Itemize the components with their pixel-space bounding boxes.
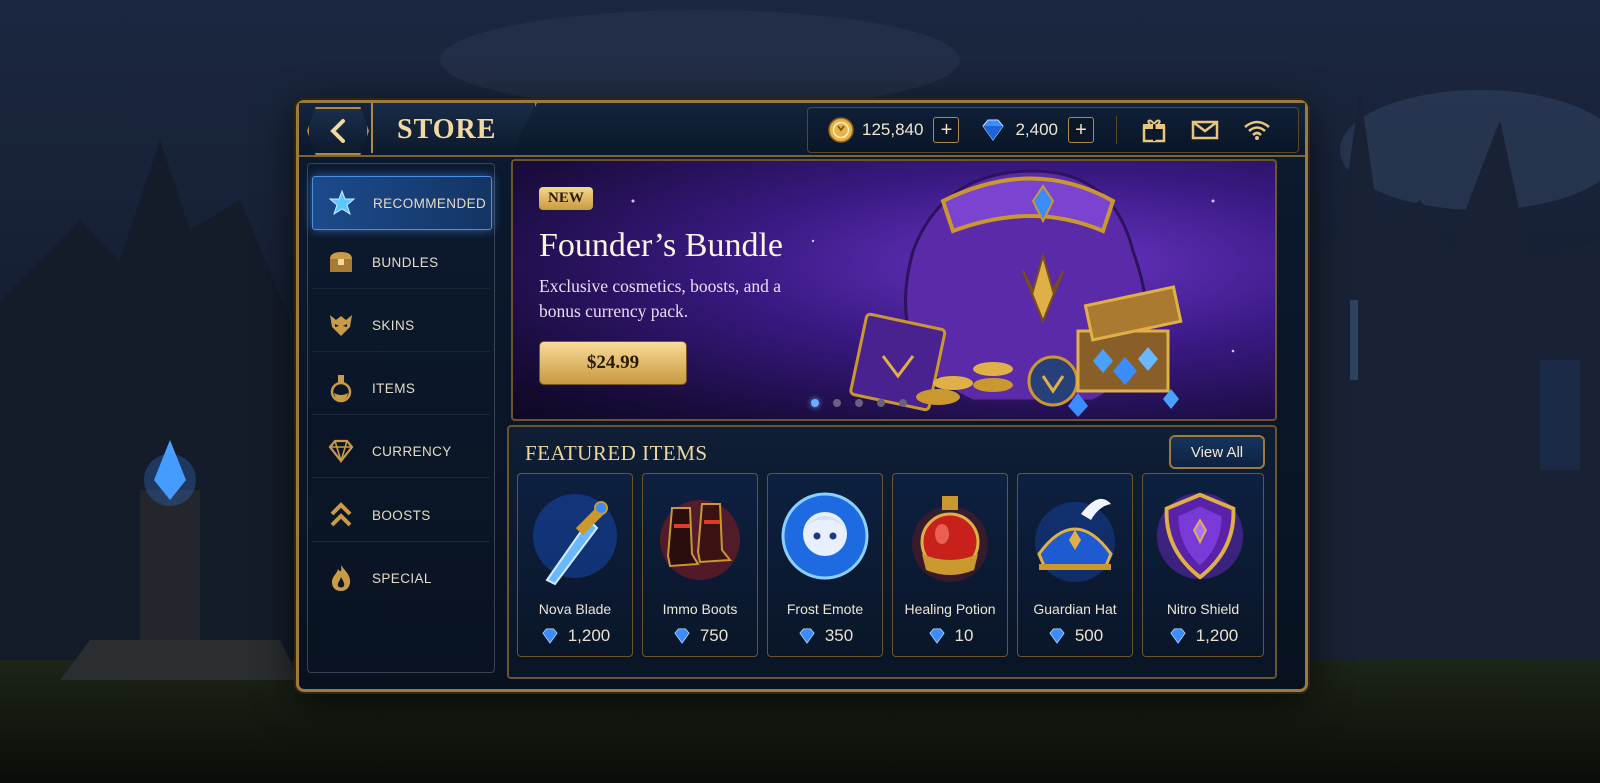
gold-amount: 125,840 [862, 120, 924, 139]
potion-icon [326, 373, 356, 403]
top-bar: STORE 125,840 + 2,400 + [299, 103, 1305, 157]
gold-balance: 125,840 + [828, 117, 960, 143]
gem-icon [674, 628, 690, 644]
sidebar-item-label: ITEMS [372, 380, 416, 396]
gem-icon [982, 119, 1005, 141]
sidebar-item-label: CURRENCY [372, 443, 452, 459]
item-price: 10 [893, 626, 1007, 646]
gem-amount: 2,400 [1015, 120, 1058, 139]
star-emblem-icon [327, 188, 357, 218]
carousel-dot[interactable] [855, 399, 863, 407]
gem-icon [799, 628, 815, 644]
gem-balance: 2,400 + [979, 117, 1094, 143]
sword-icon [524, 482, 626, 590]
item-price: 750 [643, 626, 757, 646]
item-card-guardian-hat[interactable]: Guardian Hat 500 [1017, 473, 1133, 657]
buy-bundle-button[interactable]: $24.99 [539, 341, 687, 385]
chevron-left-icon [330, 119, 345, 143]
sidebar-item-label: BUNDLES [372, 254, 439, 270]
sidebar-item-recommended[interactable]: RECOMMENDED [312, 176, 492, 230]
carousel-dot[interactable] [877, 399, 885, 407]
item-price: 500 [1018, 626, 1132, 646]
sidebar-item-items[interactable]: ITEMS [312, 362, 490, 415]
emote-icon [774, 482, 876, 590]
item-card-immo-boots[interactable]: Immo Boots 750 [642, 473, 758, 657]
item-price: 350 [768, 626, 882, 646]
item-name: Frost Emote [786, 601, 864, 617]
title-plate: STORE [371, 103, 537, 153]
view-all-button[interactable]: View All [1169, 435, 1265, 469]
item-name: Nitro Shield [1166, 601, 1240, 617]
back-button[interactable] [307, 107, 369, 155]
mail-button[interactable] [1191, 119, 1219, 141]
new-badge: NEW [539, 187, 593, 210]
item-name: Guardian Hat [1033, 601, 1117, 617]
sidebar-item-label: SPECIAL [372, 570, 432, 586]
wifi-icon [1244, 120, 1270, 140]
diamond-icon [326, 436, 356, 466]
mask-icon [326, 310, 356, 340]
item-name: Healing Potion [904, 601, 996, 617]
gift-button[interactable] [1141, 117, 1167, 143]
boots-icon [649, 482, 751, 590]
featured-banner[interactable]: NEW Founder’s Bundle Exclusive cosmetics… [511, 159, 1277, 421]
category-sidebar: RECOMMENDED BUNDLES SKINS ITEMS CURRENCY [307, 163, 495, 673]
item-price-value: 350 [824, 626, 854, 645]
carousel-pager [811, 399, 921, 407]
divider [1116, 116, 1117, 144]
sidebar-item-skins[interactable]: SKINS [312, 299, 490, 352]
currency-bar: 125,840 + 2,400 + [807, 107, 1299, 153]
item-price-value: 1,200 [1195, 626, 1239, 645]
gem-icon [542, 628, 558, 644]
gem-icon [1170, 628, 1186, 644]
add-gems-button[interactable]: + [1068, 117, 1094, 143]
store-panel: STORE 125,840 + 2,400 + RECOMMENDED BUND… [296, 100, 1308, 692]
shield-icon [1149, 482, 1251, 590]
carousel-dot[interactable] [899, 399, 907, 407]
item-price-value: 750 [699, 626, 729, 645]
item-card-healing-potion[interactable]: Healing Potion 10 [892, 473, 1008, 657]
connection-status [1243, 119, 1271, 141]
banner-description: Exclusive cosmetics, boosts, and a bonus… [539, 276, 782, 321]
gem-icon [928, 628, 945, 644]
page-title: STORE [397, 114, 497, 145]
sidebar-item-bundles[interactable]: BUNDLES [312, 236, 490, 289]
section-title: FEATURED ITEMS [525, 441, 708, 465]
item-card-nitro-shield[interactable]: Nitro Shield 1,200 [1142, 473, 1264, 657]
item-price: 1,200 [1143, 626, 1263, 646]
item-price-value: 1,200 [567, 626, 611, 645]
item-name: Immo Boots [662, 601, 738, 617]
sidebar-item-label: SKINS [372, 317, 415, 333]
item-card-nova-blade[interactable]: Nova Blade 1,200 [517, 473, 633, 657]
add-gold-button[interactable]: + [933, 117, 960, 143]
item-price: 1,200 [518, 626, 632, 646]
chevrons-up-icon [326, 500, 356, 530]
helmet-icon [1024, 482, 1126, 590]
item-price-value: 10 [954, 626, 974, 645]
gold-coin-icon [828, 117, 854, 143]
banner-title: Founder’s Bundle [539, 227, 783, 264]
gift-icon [1142, 119, 1166, 143]
sidebar-item-label: BOOSTS [372, 507, 431, 523]
item-card-frost-emote[interactable]: Frost Emote 350 [767, 473, 883, 657]
potion-icon [899, 482, 1001, 590]
item-price-value: 500 [1074, 626, 1104, 645]
flame-icon [326, 563, 356, 593]
mail-icon [1191, 120, 1219, 140]
carousel-dot[interactable] [811, 399, 819, 407]
gem-icon [1049, 628, 1065, 644]
sidebar-item-special[interactable]: SPECIAL [312, 552, 490, 604]
carousel-dot[interactable] [833, 399, 841, 407]
featured-items-section: FEATURED ITEMS View All Nova Blade 1,200… [507, 425, 1277, 679]
item-name: Nova Blade [538, 601, 612, 617]
chest-icon [326, 247, 356, 277]
sidebar-item-label: RECOMMENDED [373, 195, 487, 211]
sidebar-item-currency[interactable]: CURRENCY [312, 425, 490, 478]
sidebar-item-boosts[interactable]: BOOSTS [312, 489, 490, 542]
